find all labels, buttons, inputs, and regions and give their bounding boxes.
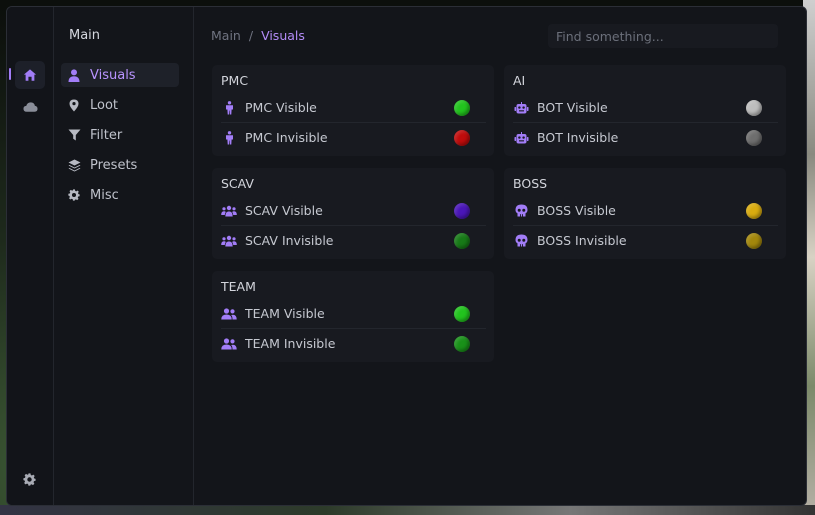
color-row-pmc-visible[interactable]: PMC Visible	[221, 93, 486, 123]
map-pin-icon	[67, 98, 81, 112]
color-row-team-invisible[interactable]: TEAM Invisible	[221, 329, 486, 358]
sidebar-item-label: Loot	[90, 97, 119, 113]
settings-button[interactable]	[23, 471, 36, 490]
user-friends-icon	[221, 306, 237, 322]
robot-icon	[513, 100, 529, 116]
sidebar-item-presets[interactable]: Presets	[61, 153, 179, 177]
sidebar-item-label: Misc	[90, 187, 119, 203]
row-label: BOSS Invisible	[537, 233, 627, 248]
color-swatch-scav-visible[interactable]	[454, 202, 470, 219]
sidebar-item-filter[interactable]: Filter	[61, 123, 179, 147]
row-label: TEAM Visible	[245, 306, 325, 321]
color-row-pmc-invisible[interactable]: PMC Invisible	[221, 123, 486, 152]
row-label: BOSS Visible	[537, 203, 616, 218]
group-card-boss: BOSS BOSS Visible BOSS Invisible	[504, 168, 786, 259]
breadcrumb-root[interactable]: Main	[211, 28, 241, 43]
color-row-bot-invisible[interactable]: BOT Invisible	[513, 123, 778, 152]
breadcrumb-current: Visuals	[261, 28, 305, 43]
user-friends-icon	[221, 336, 237, 352]
sidebar-item-visuals[interactable]: Visuals	[61, 63, 179, 87]
group-title: BOSS	[513, 176, 548, 191]
group-card-team: TEAM TEAM Visible TEAM Invisible	[212, 271, 494, 362]
color-swatch-bot-invisible[interactable]	[746, 129, 762, 146]
color-swatch-pmc-invisible[interactable]	[454, 129, 470, 146]
row-label: TEAM Invisible	[245, 336, 336, 351]
sidebar-item-misc[interactable]: Misc	[61, 183, 179, 207]
settings-icon	[23, 473, 36, 486]
group-card-ai: AI BOT Visible BOT Invisible	[504, 65, 786, 156]
color-row-scav-visible[interactable]: SCAV Visible	[221, 196, 486, 226]
person-icon	[221, 130, 237, 146]
cloud-icon	[22, 102, 38, 112]
group-title: SCAV	[221, 176, 254, 191]
color-row-boss-invisible[interactable]: BOSS Invisible	[513, 226, 778, 255]
home-icon	[23, 69, 37, 81]
group-card-pmc: PMC PMC Visible PMC Invisible	[212, 65, 494, 156]
color-row-bot-visible[interactable]: BOT Visible	[513, 93, 778, 123]
skull-icon	[513, 203, 529, 219]
search-input[interactable]	[548, 24, 778, 48]
icon-rail	[7, 7, 54, 505]
sidebar-title: Main	[69, 28, 101, 43]
group-card-scav: SCAV SCAV Visible SCAV Invisible	[212, 168, 494, 259]
person-icon	[221, 100, 237, 116]
background-bottom	[0, 505, 815, 515]
color-swatch-bot-visible[interactable]	[746, 99, 762, 116]
row-label: SCAV Invisible	[245, 233, 334, 248]
color-row-team-visible[interactable]: TEAM Visible	[221, 299, 486, 329]
group-title: PMC	[221, 73, 249, 88]
sidebar-item-loot[interactable]: Loot	[61, 93, 179, 117]
filter-icon	[67, 128, 81, 142]
breadcrumb: Main / Visuals	[211, 28, 305, 43]
row-label: SCAV Visible	[245, 203, 323, 218]
sidebar: Main Visuals Loot Filter Presets Misc	[54, 7, 194, 505]
sidebar-item-label: Presets	[90, 157, 138, 173]
user-icon	[67, 68, 81, 82]
color-swatch-team-visible[interactable]	[454, 305, 470, 322]
breadcrumb-separator: /	[248, 28, 254, 43]
skull-icon	[513, 233, 529, 249]
rail-cloud-button[interactable]	[15, 93, 45, 121]
row-label: PMC Visible	[245, 100, 317, 115]
group-title: AI	[513, 73, 526, 88]
layers-icon	[67, 158, 81, 172]
sidebar-item-label: Visuals	[90, 67, 136, 83]
row-label: BOT Invisible	[537, 130, 619, 145]
main-content: Main / Visuals PMC PMC Visible PMC Invisib…	[194, 7, 806, 505]
users-group-icon	[221, 203, 237, 219]
color-swatch-pmc-visible[interactable]	[454, 99, 470, 116]
gear-icon	[67, 188, 81, 202]
users-group-icon	[221, 233, 237, 249]
color-row-scav-invisible[interactable]: SCAV Invisible	[221, 226, 486, 255]
robot-icon	[513, 130, 529, 146]
row-label: PMC Invisible	[245, 130, 328, 145]
color-row-boss-visible[interactable]: BOSS Visible	[513, 196, 778, 226]
rail-home-button[interactable]	[15, 61, 45, 89]
group-title: TEAM	[221, 279, 256, 294]
sidebar-item-label: Filter	[90, 127, 123, 143]
app-window: Main Visuals Loot Filter Presets Misc Ma…	[6, 6, 807, 506]
color-swatch-boss-visible[interactable]	[746, 202, 762, 219]
row-label: BOT Visible	[537, 100, 608, 115]
rail-active-indicator	[9, 68, 11, 80]
color-swatch-boss-invisible[interactable]	[746, 232, 762, 249]
color-swatch-team-invisible[interactable]	[454, 335, 470, 352]
color-swatch-scav-invisible[interactable]	[454, 232, 470, 249]
